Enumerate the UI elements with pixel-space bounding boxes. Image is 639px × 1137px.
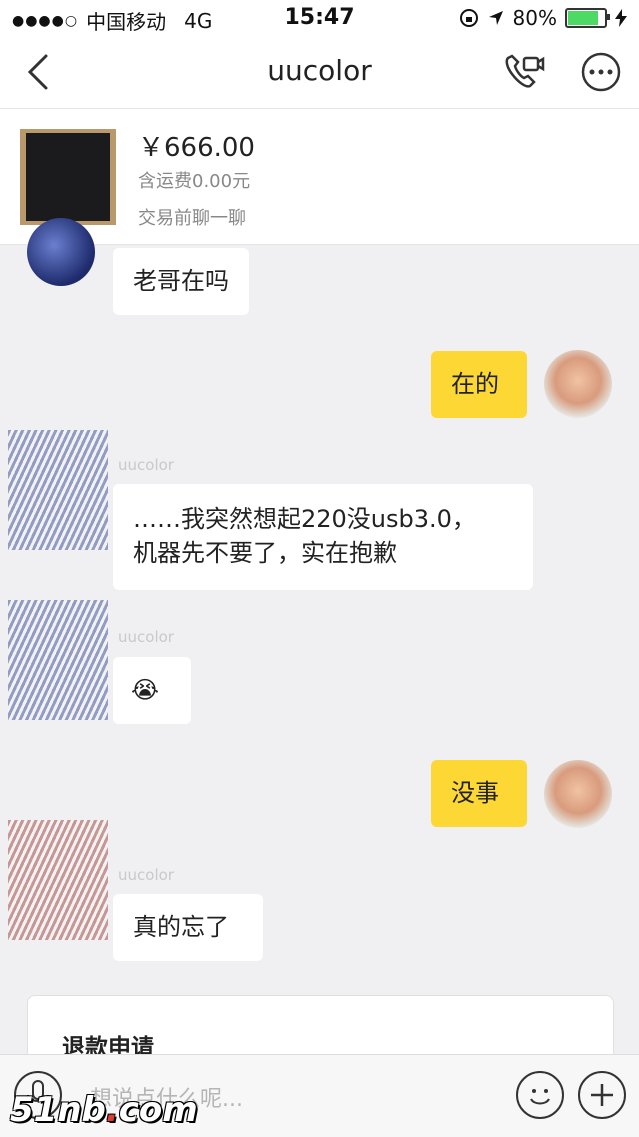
product-thumbnail[interactable] xyxy=(20,129,116,225)
message-text: 没事 xyxy=(451,779,499,807)
sender-name: uucolor xyxy=(118,866,174,884)
message-text: 真的忘了 xyxy=(133,913,229,941)
message-bubble[interactable]: 真的忘了 xyxy=(113,894,263,961)
phone-video-call-icon[interactable] xyxy=(500,50,546,94)
message-bubble[interactable]: ……我突然想起220没usb3.0， 机器先不要了，实在抱歉 xyxy=(113,484,533,590)
message-text: 老哥在吗 xyxy=(133,267,229,295)
status-right: 80% xyxy=(459,6,627,30)
message-text-line: 机器先不要了，实在抱歉 xyxy=(133,539,397,567)
message-bubble[interactable]: 老哥在吗 xyxy=(113,248,249,315)
message-text: 在的 xyxy=(451,370,499,398)
message-text-line: ……我突然想起220没usb3.0， xyxy=(133,505,476,533)
watermark-prefix: 51nb xyxy=(10,1090,106,1130)
crying-emoji-icon: 😭 xyxy=(131,676,160,704)
plus-icon xyxy=(591,1084,613,1106)
avatar-redacted xyxy=(8,430,108,550)
charging-bolt-icon xyxy=(615,9,627,27)
smiley-icon xyxy=(530,1089,550,1105)
emoji-message-bubble[interactable]: 😭 xyxy=(113,657,191,724)
shipping-fee: 含运费0.00元 xyxy=(138,171,251,192)
battery-percent: 80% xyxy=(512,6,557,30)
avatar-redacted xyxy=(8,600,108,720)
avatar[interactable] xyxy=(27,218,95,286)
my-avatar[interactable] xyxy=(544,760,612,828)
battery-icon xyxy=(565,8,610,28)
my-message-bubble[interactable]: 在的 xyxy=(431,351,527,418)
sender-name: uucolor xyxy=(118,628,174,646)
watermark-suffix: com xyxy=(118,1090,198,1130)
product-card[interactable]: ￥666.00 含运费0.00元 交易前聊一聊 xyxy=(0,109,639,245)
my-avatar[interactable] xyxy=(544,350,612,418)
avatar-redacted xyxy=(8,820,108,940)
more-actions-button[interactable] xyxy=(578,1071,626,1119)
watermark-dot: . xyxy=(105,1090,119,1130)
trade-note: 交易前聊一聊 xyxy=(138,208,246,229)
status-bar: ●●●●○ 中国移动 4G 15:47 80% xyxy=(0,0,639,36)
sender-name: uucolor xyxy=(118,456,174,474)
more-options-icon[interactable] xyxy=(578,50,624,94)
rotation-lock-icon xyxy=(459,9,478,27)
product-price: ￥666.00 xyxy=(138,133,255,163)
emoji-button[interactable] xyxy=(516,1071,564,1119)
my-message-bubble[interactable]: 没事 xyxy=(431,760,527,827)
location-arrow-icon xyxy=(488,11,503,25)
site-watermark: 51nb.com xyxy=(10,1090,198,1130)
chat-header: uucolor xyxy=(0,36,639,109)
